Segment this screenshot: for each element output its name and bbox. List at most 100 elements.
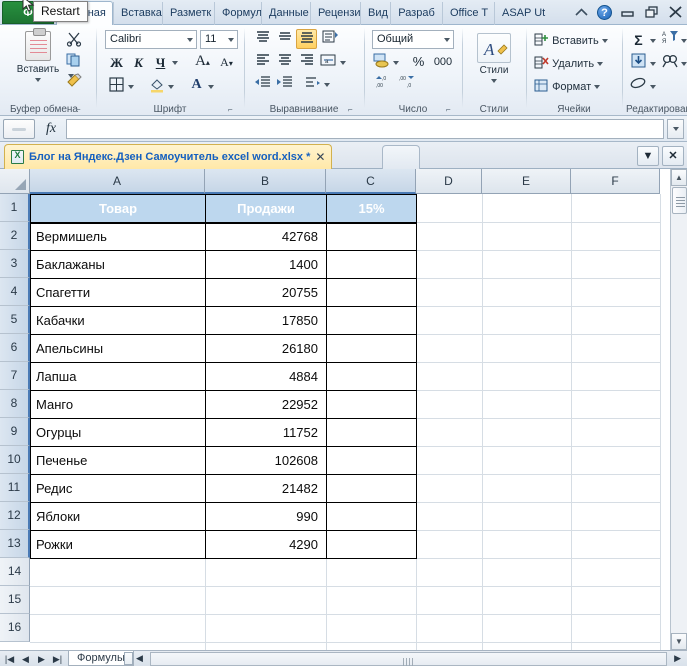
row-header-13[interactable]: 13 [0, 530, 30, 558]
help-icon[interactable]: ? [597, 5, 612, 20]
table-cell[interactable] [327, 503, 415, 530]
align-left-button[interactable] [252, 53, 273, 73]
name-box[interactable] [3, 119, 35, 139]
scroll-down-icon[interactable]: ▼ [671, 633, 687, 650]
underline-chevron-down-icon[interactable] [172, 61, 178, 65]
table-cell[interactable]: Кабачки [31, 307, 204, 334]
cell-header-3[interactable]: 15% [327, 195, 416, 222]
table-cell[interactable]: Редис [31, 475, 204, 502]
format-cells-chevron-down-icon[interactable] [594, 85, 601, 90]
paste-chevron-down-icon[interactable] [35, 78, 41, 83]
styles-button[interactable]: A Стили [474, 33, 514, 87]
row-header-12[interactable]: 12 [0, 502, 30, 530]
cut-button[interactable] [66, 31, 82, 50]
row-header-7[interactable]: 7 [0, 362, 30, 390]
align-middle-button[interactable] [274, 30, 295, 50]
column-header-c[interactable]: C [326, 169, 416, 194]
table-cell[interactable] [327, 447, 415, 474]
wrap-text-button[interactable] [302, 75, 323, 95]
font-name-chevron-down-icon[interactable] [187, 38, 193, 42]
table-cell[interactable]: 21482 [206, 475, 325, 502]
currency-format-button[interactable] [371, 53, 392, 73]
grow-font-button[interactable]: A▴ [192, 51, 213, 71]
ribbon-tab-10[interactable]: ASAP Ut [494, 2, 547, 25]
sheet-nav-first-icon[interactable]: |◀ [2, 652, 17, 666]
column-header-b[interactable]: B [205, 169, 326, 194]
horizontal-scrollbar[interactable]: |||| [150, 652, 667, 666]
ribbon-tab-5[interactable]: Данные [261, 2, 310, 25]
table-cell[interactable] [327, 531, 415, 558]
number-format-combo[interactable]: Общий [372, 30, 454, 49]
ribbon-tab-2[interactable]: Вставка [113, 2, 162, 25]
table-cell[interactable] [327, 419, 415, 446]
row-header-14[interactable]: 14 [0, 558, 30, 586]
wrap-text-chevron-down-icon[interactable] [324, 83, 330, 87]
spreadsheet-grid[interactable]: ABCDEF 1 2 3 4 5 6 7 8 9 10 11 12 13 14 15 16 Товар Прод… [0, 169, 687, 650]
row-header-8[interactable]: 8 [0, 390, 30, 418]
column-header-d[interactable]: D [416, 169, 482, 194]
table-cell[interactable]: 42768 [206, 223, 325, 250]
sheet-nav-last-icon[interactable]: ▶| [50, 652, 65, 666]
merge-cells-button[interactable]: a [318, 53, 339, 73]
fill-chevron-down-icon[interactable] [650, 62, 656, 66]
styles-chevron-down-icon[interactable] [491, 79, 497, 84]
percent-format-button[interactable]: % [408, 52, 429, 72]
select-all-corner[interactable] [0, 169, 30, 194]
merge-chevron-down-icon[interactable] [340, 61, 346, 65]
column-header-f[interactable]: F [571, 169, 660, 194]
font-size-chevron-down-icon[interactable] [228, 38, 234, 42]
format-cells-button[interactable]: Формат [534, 79, 601, 93]
row-header-11[interactable]: 11 [0, 474, 30, 502]
increase-decimal-button[interactable]: ,0,00 [372, 75, 393, 95]
table-cell[interactable]: 1400 [206, 251, 325, 278]
increase-indent-button[interactable] [274, 75, 295, 95]
number-dialog-launcher[interactable]: ⌐ [446, 105, 455, 114]
font-size-combo[interactable]: 11 [200, 30, 238, 49]
table-cell[interactable]: 11752 [206, 419, 325, 446]
ribbon-tab-6[interactable]: Рецензи [310, 2, 360, 25]
row-header-4[interactable]: 4 [0, 278, 30, 306]
fill-color-chevron-down-icon[interactable] [168, 85, 174, 89]
document-tab-list-chevron-down-icon[interactable]: ▼ [637, 146, 659, 166]
minimize-ribbon-icon[interactable] [573, 4, 590, 21]
bold-button[interactable]: Ж [106, 53, 127, 73]
table-cell[interactable] [327, 307, 415, 334]
row-header-15[interactable]: 15 [0, 586, 30, 614]
table-cell[interactable] [327, 335, 415, 362]
number-format-chevron-down-icon[interactable] [444, 38, 450, 42]
comma-format-button[interactable]: 000 [430, 52, 456, 72]
table-cell[interactable]: Вермишель [31, 223, 204, 250]
table-cell[interactable]: Манго [31, 391, 204, 418]
expand-formula-bar-chevron-down-icon[interactable] [667, 119, 684, 139]
insert-cells-button[interactable]: Вставить [534, 33, 608, 47]
fill-color-button[interactable] [146, 77, 167, 97]
ribbon-tab-8[interactable]: Разраб [390, 2, 442, 25]
table-cell[interactable]: Яблоки [31, 503, 204, 530]
table-cell[interactable]: 20755 [206, 279, 325, 306]
table-cell[interactable]: 17850 [206, 307, 325, 334]
delete-cells-button[interactable]: Удалить [534, 56, 604, 70]
table-cell[interactable]: Огурцы [31, 419, 204, 446]
borders-button[interactable] [106, 77, 127, 97]
vertical-scroll-thumb[interactable] [672, 187, 687, 214]
table-cell[interactable] [327, 279, 415, 306]
vertical-scrollbar[interactable]: ▲ ▼ [670, 169, 687, 650]
table-cell[interactable]: Спагетти [31, 279, 204, 306]
ribbon-tab-3[interactable]: Разметк [162, 2, 214, 25]
sort-filter-chevron-down-icon[interactable] [681, 39, 687, 43]
find-select-button[interactable] [660, 53, 681, 73]
column-header-e[interactable]: E [482, 169, 571, 194]
row-header-10[interactable]: 10 [0, 446, 30, 474]
decrease-indent-button[interactable] [252, 75, 273, 95]
restore-window-icon[interactable] [643, 4, 660, 21]
table-cell[interactable] [327, 223, 415, 250]
table-cell[interactable] [327, 363, 415, 390]
autosum-button[interactable]: Σ [628, 30, 649, 50]
table-cell[interactable]: Баклажаны [31, 251, 204, 278]
alignment-dialog-launcher[interactable]: ⌐ [348, 105, 357, 114]
find-select-chevron-down-icon[interactable] [681, 62, 687, 66]
table-cell[interactable]: 26180 [206, 335, 325, 362]
document-tab-close-all-icon[interactable]: ✕ [662, 146, 684, 166]
row-header-9[interactable]: 9 [0, 418, 30, 446]
row-header-3[interactable]: 3 [0, 250, 30, 278]
